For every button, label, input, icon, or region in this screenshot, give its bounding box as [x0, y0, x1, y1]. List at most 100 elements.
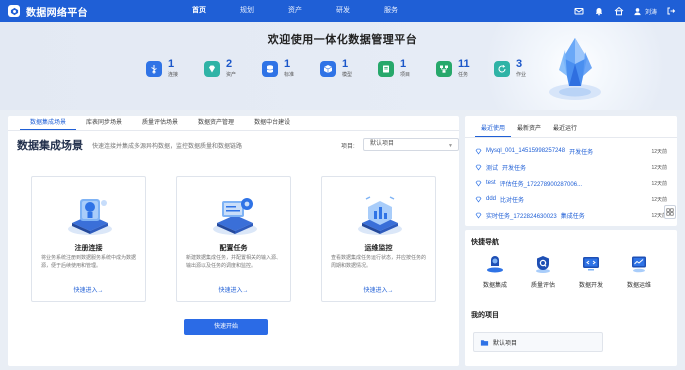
- tab-table-sync[interactable]: 库表同步场景: [76, 116, 132, 130]
- stat-value: 1: [342, 58, 349, 70]
- quick-start-button[interactable]: 快速开始: [184, 319, 268, 335]
- recent-item-type: 开发任务: [502, 165, 527, 172]
- diamond-icon: [204, 60, 220, 77]
- scenario-tabs: 数据集成场景 库表同步场景 质量评估场景 数据资产管理 数据中台建设: [8, 116, 459, 131]
- list-item[interactable]: 测试 开发任务 12天前: [475, 159, 667, 175]
- card-configure-task: 配置任务 新建数据集成任务，并配置相关的输入源、输出源以及任务的调度和监控。 快…: [176, 176, 291, 302]
- list-item[interactable]: 实时任务_1722824630023 集成任务 12天前: [475, 207, 667, 223]
- my-project-item[interactable]: 默认项目: [473, 332, 603, 352]
- grid-icon: [666, 208, 674, 216]
- integration-icon: [487, 256, 503, 273]
- stat-value: 11: [458, 58, 470, 70]
- list-item[interactable]: test 评估任务_172278900287006... 12天前: [475, 175, 667, 191]
- quick-nav-data-integration[interactable]: 数据集成: [471, 254, 519, 289]
- stat-label: 作业: [516, 72, 527, 78]
- card-register-connection: 注册连接 将业务系统注册到数据服务系统中成为数据源，便于后续使用和管理。 快速进…: [31, 176, 146, 302]
- tab-recently-used[interactable]: 最近使用: [475, 121, 512, 137]
- quick-enter-link[interactable]: 快速进入→: [177, 285, 290, 294]
- cube-icon: [320, 60, 336, 77]
- main-nav: 首页 规划 资产 研发 服务: [175, 0, 415, 22]
- quick-nav-items: 数据集成 质量评估 数据开发 数据运维: [471, 254, 663, 289]
- recent-item-name: 实时任务_1722824630023: [486, 213, 557, 220]
- list-item[interactable]: ddd 比对任务 12天前: [475, 191, 667, 207]
- tab-recently-run[interactable]: 最近运行: [547, 121, 583, 137]
- stat-models[interactable]: 1 模型: [320, 59, 378, 78]
- book-icon: [378, 60, 394, 77]
- project-label: 项目:: [341, 143, 355, 150]
- quick-nav-label: 数据集成: [482, 283, 507, 289]
- recent-item-time: 12天前: [651, 180, 667, 187]
- quick-nav-data-ops[interactable]: 数据运维: [615, 254, 663, 289]
- recent-item-name: 测试: [486, 165, 499, 172]
- diamond-icon: [475, 148, 482, 155]
- card-description: 将业务系统注册到数据服务系统中成为数据源，便于后续使用和管理。: [41, 255, 137, 269]
- recent-item-type: 开发任务: [569, 149, 594, 156]
- nav-services[interactable]: 服务: [367, 0, 415, 22]
- tab-asset-management[interactable]: 数据资产管理: [188, 116, 244, 130]
- card-ops-monitoring: 运维监控 查看数据集成任务运行状态，并应按任务的周期和数据情况。 快速进入→: [321, 176, 436, 302]
- stat-label: 连接: [168, 72, 179, 78]
- stat-value: 1: [284, 58, 291, 70]
- top-right-tools: 刘涛: [573, 0, 677, 22]
- recent-list: Mysql_001_14515998257248 开发任务 12天前 测试 开发…: [465, 138, 677, 223]
- card-description: 查看数据集成任务运行状态，并应按任务的周期和数据情况。: [331, 255, 427, 269]
- recent-item-time: 12天前: [651, 196, 667, 203]
- stat-assets[interactable]: 2 资产: [204, 59, 262, 78]
- register-connection-illustration-icon: [68, 199, 112, 235]
- brand[interactable]: 数据网络平台: [8, 4, 158, 19]
- stat-projects[interactable]: 1 项目: [378, 59, 436, 78]
- floating-grid-button[interactable]: [664, 205, 676, 219]
- recent-item-time: 12天前: [651, 148, 667, 155]
- stat-value: 1: [400, 58, 407, 70]
- recent-item-time: 12天前: [651, 164, 667, 171]
- scenario-cards: 注册连接 将业务系统注册到数据服务系统中成为数据源，便于后续使用和管理。 快速进…: [31, 176, 436, 302]
- user-name: 刘涛: [644, 9, 657, 16]
- stat-standards[interactable]: 1 标准: [262, 59, 320, 78]
- quick-enter-link[interactable]: 快速进入→: [322, 285, 435, 294]
- stat-label: 资产: [226, 72, 237, 78]
- nav-development[interactable]: 研发: [319, 0, 367, 22]
- quick-enter-link[interactable]: 快速进入→: [32, 285, 145, 294]
- tab-data-integration[interactable]: 数据集成场景: [20, 116, 77, 130]
- card-title: 运维监控: [364, 245, 393, 252]
- card-description: 新建数据集成任务，并配置相关的输入源、输出源以及任务的调度和监控。: [186, 255, 282, 269]
- quick-nav-data-development[interactable]: 数据开发: [567, 254, 615, 289]
- bell-icon[interactable]: [593, 5, 605, 17]
- nav-assets[interactable]: 资产: [271, 0, 319, 22]
- list-item[interactable]: Mysql_001_14515998257248 开发任务 12天前: [475, 143, 667, 159]
- mail-icon[interactable]: [573, 5, 585, 17]
- cycle-icon: [494, 60, 510, 77]
- quick-nav-label: 数据开发: [578, 283, 603, 289]
- stat-tasks[interactable]: 11 任务: [436, 59, 494, 78]
- user-menu[interactable]: 刘涛: [633, 7, 657, 16]
- user-avatar-icon: [634, 7, 641, 15]
- scenario-header: 数据集成场景 快速连接并集成多源异构数据，监控数据质量和数据链路 项目: 默认项…: [17, 138, 459, 152]
- nav-home[interactable]: 首页: [175, 0, 223, 22]
- home-icon[interactable]: [613, 5, 625, 17]
- tab-data-middle-platform[interactable]: 数据中台建设: [244, 116, 300, 130]
- quick-nav-quality-assessment[interactable]: 质量评估: [519, 254, 567, 289]
- logout-icon[interactable]: [665, 5, 677, 17]
- folder-icon: [480, 339, 489, 346]
- quick-nav-label: 数据运维: [626, 283, 651, 289]
- chevron-down-icon: ▼: [448, 143, 453, 149]
- stat-connections[interactable]: 1 连接: [146, 59, 204, 78]
- recent-tabs: 最近使用 最新资产 最近运行: [465, 121, 677, 138]
- project-select-value: 默认项目: [370, 141, 395, 147]
- recent-item-type: 评估任务_172278900287006...: [499, 181, 583, 188]
- scenario-panel: 数据集成场景 库表同步场景 质量评估场景 数据资产管理 数据中台建设 数据集成场…: [8, 116, 459, 366]
- nav-planning[interactable]: 规划: [223, 0, 271, 22]
- tab-quality-assessment[interactable]: 质量评估场景: [132, 116, 188, 130]
- top-navigation-bar: 数据网络平台 首页 规划 资产 研发 服务 刘涛: [0, 0, 685, 22]
- my-project-label: 默认项目: [493, 340, 518, 347]
- recent-item-type: 比对任务: [500, 197, 525, 204]
- ops-monitor-icon: [632, 256, 646, 273]
- tab-latest-assets[interactable]: 最新资产: [511, 121, 547, 137]
- quality-shield-icon: [536, 256, 550, 273]
- project-select[interactable]: 默认项目 ▼: [363, 138, 459, 151]
- stat-label: 任务: [458, 72, 469, 78]
- brand-title: 数据网络平台: [26, 7, 88, 19]
- stat-value: 2: [226, 58, 233, 70]
- card-title: 配置任务: [219, 245, 248, 252]
- stat-jobs[interactable]: 3 作业: [494, 59, 552, 78]
